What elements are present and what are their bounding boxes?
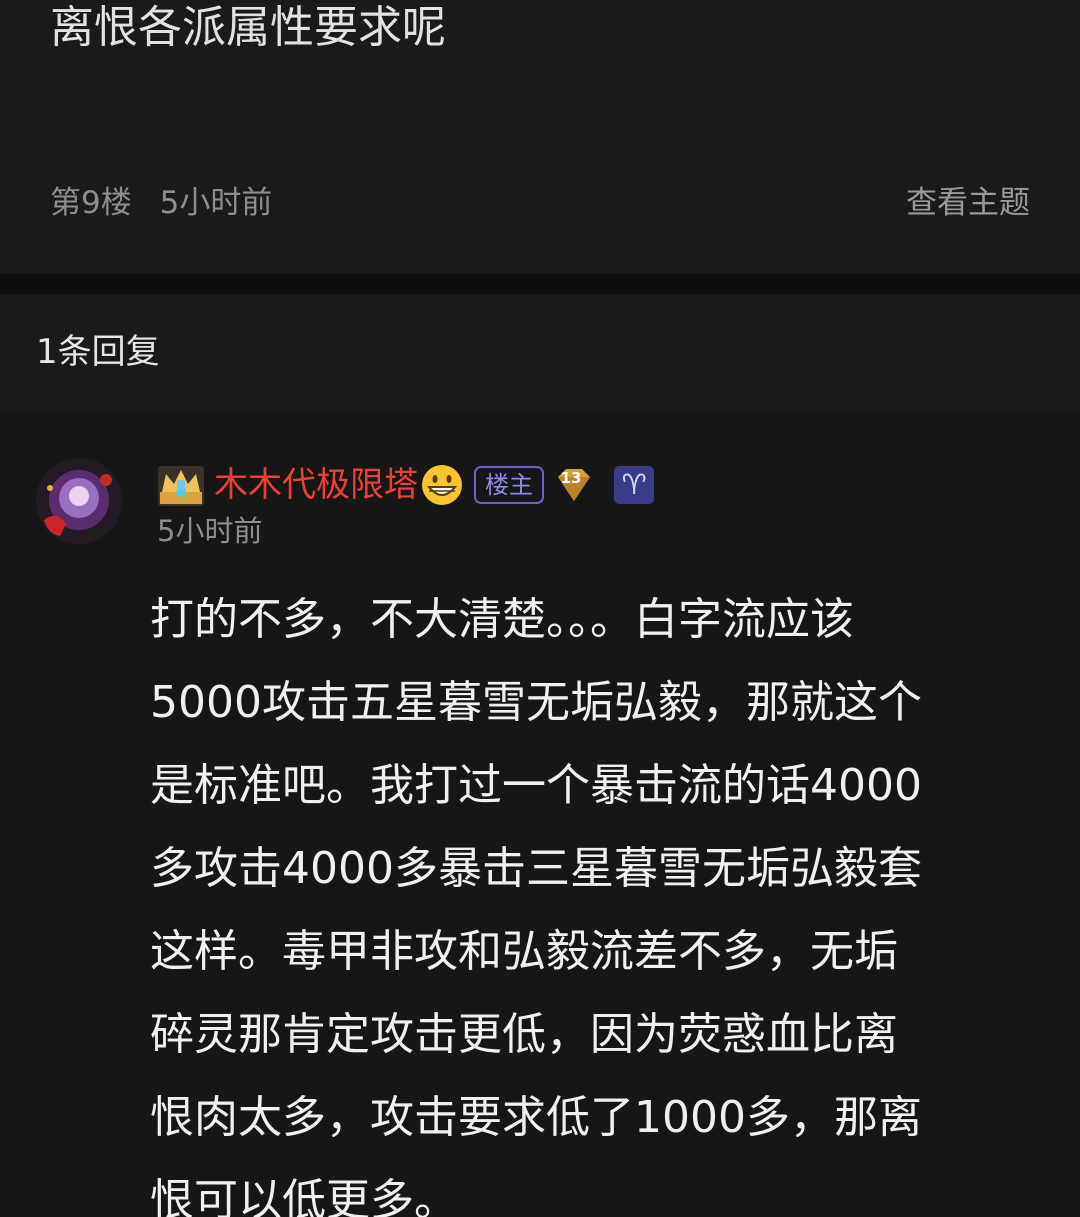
post-floor: 第9楼 xyxy=(50,185,132,221)
reply-content-line: 打的不多，不大清楚。。。白字流应该 xyxy=(150,594,854,645)
view-topic-link[interactable]: 查看主题 xyxy=(906,184,1030,222)
reply-count: 1条回复 xyxy=(36,332,160,372)
grinning-face-icon xyxy=(422,465,462,505)
post-meta: 第9楼 5小时前 xyxy=(50,184,272,222)
reply-content-line: 这样。毒甲非攻和弘毅流差不多，无垢 xyxy=(150,926,898,977)
level-number: 13 xyxy=(560,469,582,487)
reply-content-line: 恨肉太多，攻击要求低了1000多，那离 xyxy=(150,1092,922,1143)
reply-content-line: 恨可以低更多。 xyxy=(150,1175,458,1217)
reply-time: 5小时前 xyxy=(157,514,263,548)
username[interactable]: 木木代极限塔 xyxy=(214,463,418,507)
avatar-image xyxy=(36,458,122,544)
avatar[interactable] xyxy=(36,458,122,544)
crown-icon xyxy=(158,466,204,506)
reply-content-line: 是标准吧。我打过一个暴击流的话4000 xyxy=(150,760,922,811)
aries-icon: ♈ xyxy=(614,466,654,504)
reply-content-line: 碎灵那肯定攻击更低，因为荧惑血比离 xyxy=(150,1009,898,1060)
level-gem-icon: 13 xyxy=(554,465,598,505)
page: 离恨各派属性要求呢 第9楼 5小时前 查看主题 1条回复 木木代极限塔 楼主 1… xyxy=(0,0,1080,1217)
post-time: 5小时前 xyxy=(159,185,273,221)
reply-user-row: 木木代极限塔 楼主 13 ♈ xyxy=(156,460,654,510)
reply-content: 打的不多，不大清楚。。。白字流应该 5000攻击五星暮雪无垢弘毅，那就这个 是标… xyxy=(150,578,1050,1217)
post-content: 离恨各派属性要求呢 xyxy=(50,2,446,53)
owner-badge: 楼主 xyxy=(474,466,544,504)
reply-content-line: 多攻击4000多暴击三星暮雪无垢弘毅套 xyxy=(150,843,922,894)
reply-content-line: 5000攻击五星暮雪无垢弘毅，那就这个 xyxy=(150,677,922,728)
replies-header: 1条回复 xyxy=(0,294,1080,412)
post-card[interactable]: 离恨各派属性要求呢 第9楼 5小时前 查看主题 xyxy=(0,0,1080,274)
reply-item: 木木代极限塔 楼主 13 ♈ 5小时前 打的不多，不大清楚。。。白字流应该 50… xyxy=(0,412,1080,1217)
